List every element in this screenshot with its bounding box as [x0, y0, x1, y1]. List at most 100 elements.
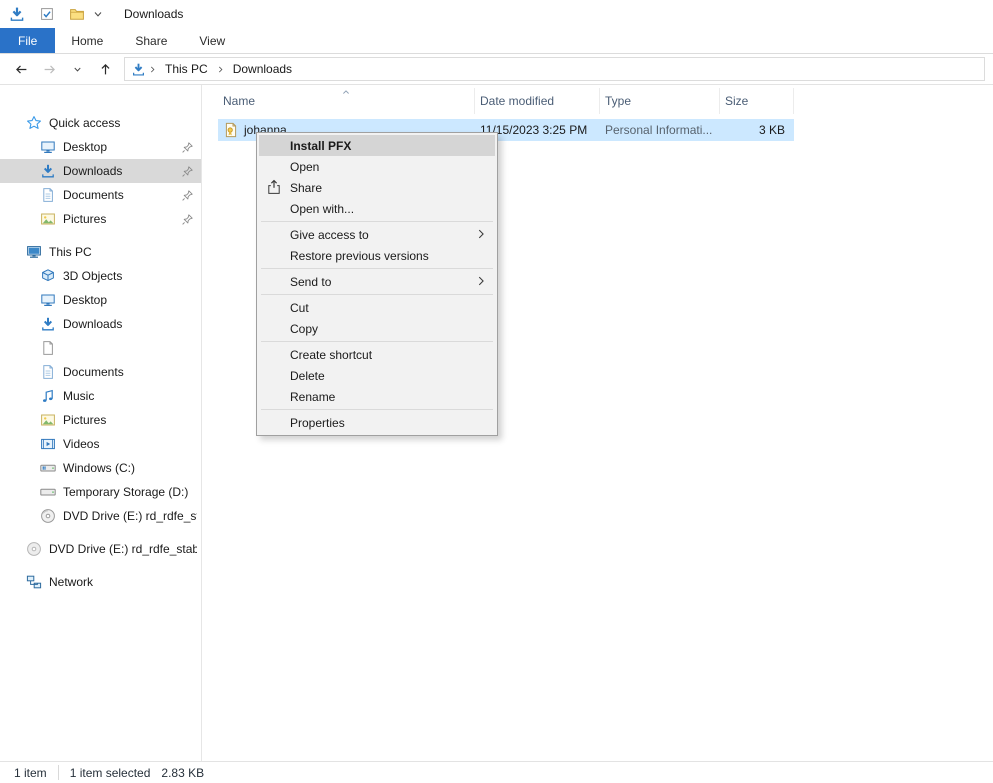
breadcrumb-chevron-icon [147, 64, 158, 75]
sidebar-item-downloads[interactable]: Downloads [0, 312, 201, 336]
sidebar-item-network[interactable]: Network [0, 570, 201, 594]
sidebar-item-documents[interactable]: Documents [0, 360, 201, 384]
cube-icon [40, 268, 56, 284]
forward-icon [42, 62, 57, 77]
menu-item-label: Give access to [290, 228, 369, 242]
column-header-label: Size [725, 94, 748, 108]
document-icon [40, 364, 56, 380]
menu-item-delete[interactable]: Delete [259, 365, 495, 386]
pin-icon [181, 213, 194, 226]
sidebar-item-label: Desktop [63, 293, 197, 307]
properties-qat-button[interactable] [38, 5, 56, 23]
drive-windows-icon [40, 460, 56, 476]
tab-share[interactable]: Share [119, 28, 183, 53]
window-title: Downloads [124, 7, 183, 21]
sidebar-item-3d-objects[interactable]: 3D Objects [0, 264, 201, 288]
menu-separator [261, 294, 493, 295]
sidebar-item-this-pc[interactable]: This PC [0, 240, 201, 264]
column-header-name[interactable]: Name [218, 88, 475, 114]
navigation-pane: Quick accessDesktopDownloadsDocumentsPic… [0, 85, 202, 761]
file-type-cell: Personal Informati... [600, 123, 720, 137]
menu-item-label: Delete [290, 369, 325, 383]
sidebar-item-pictures[interactable]: Pictures [0, 207, 201, 231]
menu-item-copy[interactable]: Copy [259, 318, 495, 339]
submenu-chevron-icon [474, 227, 488, 241]
sidebar-item-dvd-drive-e-rd-rdfe-stable[interactable]: DVD Drive (E:) rd_rdfe_stable [0, 504, 201, 528]
menu-item-label: Copy [290, 322, 318, 336]
column-header-type[interactable]: Type [600, 88, 720, 114]
tab-view[interactable]: View [183, 28, 241, 53]
sidebar-item-label: Quick access [49, 116, 197, 130]
tab-file[interactable]: File [0, 28, 55, 53]
selection-size: 2.83 KB [161, 766, 204, 780]
forward-button[interactable] [36, 56, 62, 82]
menu-item-label: Share [290, 181, 322, 195]
sidebar-item-label: DVD Drive (E:) rd_rdfe_stable. [49, 542, 197, 556]
document-icon [40, 187, 56, 203]
sidebar-item-label: Temporary Storage (D:) [63, 485, 197, 499]
menu-item-share[interactable]: Share [259, 177, 495, 198]
column-header-date-modified[interactable]: Date modified [475, 88, 600, 114]
sidebar-item-label: 3D Objects [63, 269, 197, 283]
sidebar-item-music[interactable]: Music [0, 384, 201, 408]
menu-item-label: Send to [290, 275, 331, 289]
sidebar-item-downloads[interactable]: Downloads [0, 159, 201, 183]
recent-locations-icon[interactable] [64, 56, 90, 82]
menu-item-label: Rename [290, 390, 335, 404]
new-folder-qat-button[interactable] [68, 5, 86, 23]
column-header-size[interactable]: Size [720, 88, 794, 114]
star-icon [26, 115, 42, 131]
sidebar-item-windows-c[interactable]: Windows (C:) [0, 456, 201, 480]
breadcrumb-this-pc[interactable]: This PC [159, 58, 214, 80]
column-header-label: Date modified [480, 94, 554, 108]
back-button[interactable] [8, 56, 34, 82]
checkbox-icon [39, 6, 55, 22]
menu-item-cut[interactable]: Cut [259, 297, 495, 318]
menu-item-restore-previous-versions[interactable]: Restore previous versions [259, 245, 495, 266]
pc-icon [26, 244, 42, 260]
breadcrumb-chevron-icon [215, 64, 226, 75]
menu-item-label: Open with... [290, 202, 354, 216]
menu-item-send-to[interactable]: Send to [259, 271, 495, 292]
breadcrumb-downloads[interactable]: Downloads [227, 58, 298, 80]
sidebar-item-temporary-storage-d[interactable]: Temporary Storage (D:) [0, 480, 201, 504]
sidebar-item-label: Windows (C:) [63, 461, 197, 475]
menu-item-rename[interactable]: Rename [259, 386, 495, 407]
menu-separator [261, 221, 493, 222]
tab-home[interactable]: Home [55, 28, 119, 53]
sidebar-item-label: Documents [63, 365, 197, 379]
navigation-bar: This PC Downloads [0, 54, 993, 85]
sort-ascending-icon [339, 86, 353, 98]
menu-item-give-access-to[interactable]: Give access to [259, 224, 495, 245]
sidebar-item-dvd-drive-e-rd-rdfe-stable[interactable]: DVD Drive (E:) rd_rdfe_stable. [0, 537, 201, 561]
menu-item-open-with[interactable]: Open with... [259, 198, 495, 219]
monitor-icon [40, 292, 56, 308]
sidebar-item-pictures[interactable]: Pictures [0, 408, 201, 432]
menu-item-open[interactable]: Open [259, 156, 495, 177]
context-menu: Install PFXOpen Share Open with... Give acc… [256, 132, 498, 436]
pictures-icon [40, 412, 56, 428]
menu-item-properties[interactable]: Properties [259, 412, 495, 433]
up-button[interactable] [92, 56, 118, 82]
selection-count: 1 item selected [70, 766, 151, 780]
sidebar-item-label: Downloads [63, 317, 197, 331]
titlebar: Downloads [0, 0, 993, 28]
sidebar-item-videos[interactable]: Videos [0, 432, 201, 456]
sidebar-item-label: Documents [63, 188, 174, 202]
submenu-chevron-icon [474, 274, 488, 288]
menu-item-install-pfx[interactable]: Install PFX [259, 135, 495, 156]
column-header-row: Name Date modified Type Size [218, 88, 993, 114]
customize-quick-access-toolbar-icon[interactable] [92, 8, 104, 20]
sidebar-item-desktop[interactable]: Desktop [0, 135, 201, 159]
share-icon [266, 179, 282, 195]
menu-item-label: Restore previous versions [290, 249, 429, 263]
sidebar-item-desktop[interactable]: Desktop [0, 288, 201, 312]
certificate-file-icon [223, 122, 239, 138]
sidebar-item-documents[interactable]: Documents [0, 183, 201, 207]
sidebar-item-blank[interactable] [0, 336, 201, 360]
monitor-icon [40, 139, 56, 155]
menu-item-create-shortcut[interactable]: Create shortcut [259, 344, 495, 365]
status-bar: 1 item 1 item selected 2.83 KB [0, 761, 993, 783]
address-bar[interactable]: This PC Downloads [124, 57, 985, 81]
sidebar-item-quick-access[interactable]: Quick access [0, 111, 201, 135]
